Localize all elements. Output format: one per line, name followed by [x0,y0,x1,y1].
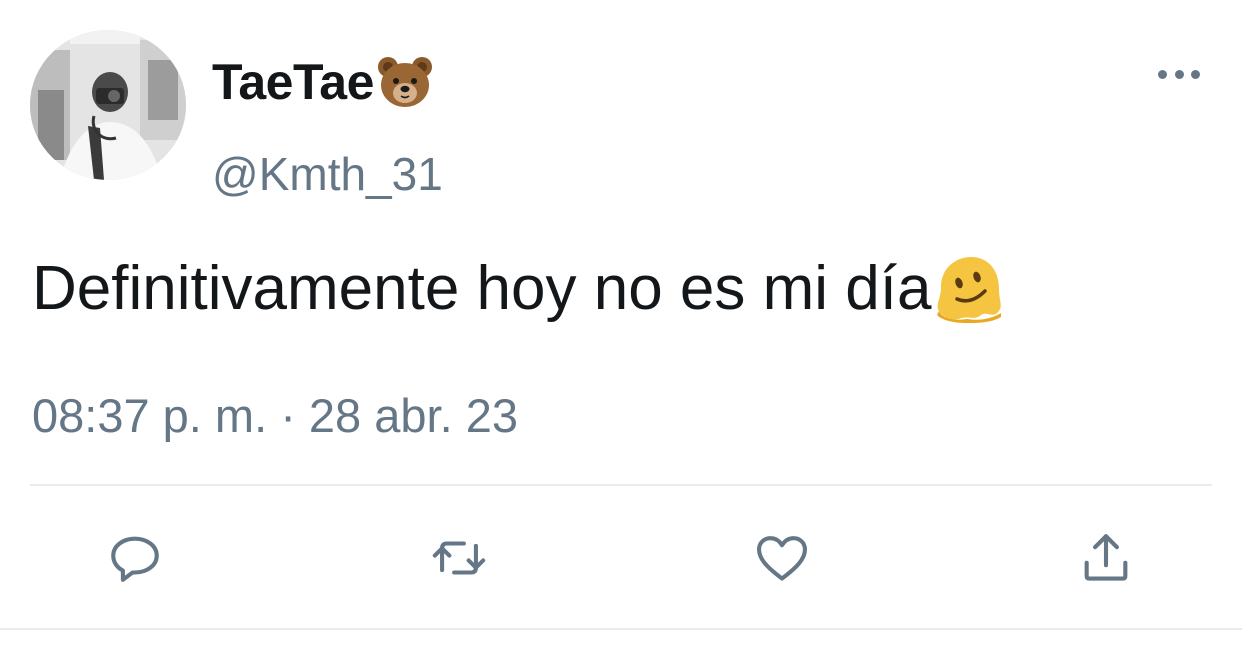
retweet-icon [432,541,486,575]
display-name[interactable]: TaeTae [212,52,434,112]
display-name-text: TaeTae [212,54,374,110]
heart-icon [756,536,808,581]
tweet-text: Definitivamente hoy no es mi día [32,252,1005,326]
bottom-divider [0,628,1242,630]
avatar[interactable] [30,30,186,180]
reply-icon [111,536,159,582]
share-button[interactable] [1074,526,1138,590]
tweet-timestamp[interactable]: 08:37 p. m. · 28 abr. 23 [32,386,518,446]
more-dot-icon [1174,69,1184,79]
divider [30,484,1212,486]
bear-face-emoji-icon [377,57,432,107]
melting-face-emoji-icon [937,257,1002,323]
tweet-text-content: Definitivamente hoy no es mi día [32,254,932,323]
more-dot-icon [1191,69,1200,79]
more-options-button[interactable] [1158,62,1200,86]
user-handle[interactable]: @Kmth_31 [212,146,443,202]
like-button[interactable] [750,526,814,590]
avatar-photo [30,30,186,180]
reply-button[interactable] [103,526,167,590]
more-dot-icon [1158,69,1167,79]
share-icon [1084,534,1128,581]
tweet-card: TaeTae @Kmth_31 Definitivamente hoy no e… [0,0,1242,648]
retweet-button[interactable] [427,526,491,590]
